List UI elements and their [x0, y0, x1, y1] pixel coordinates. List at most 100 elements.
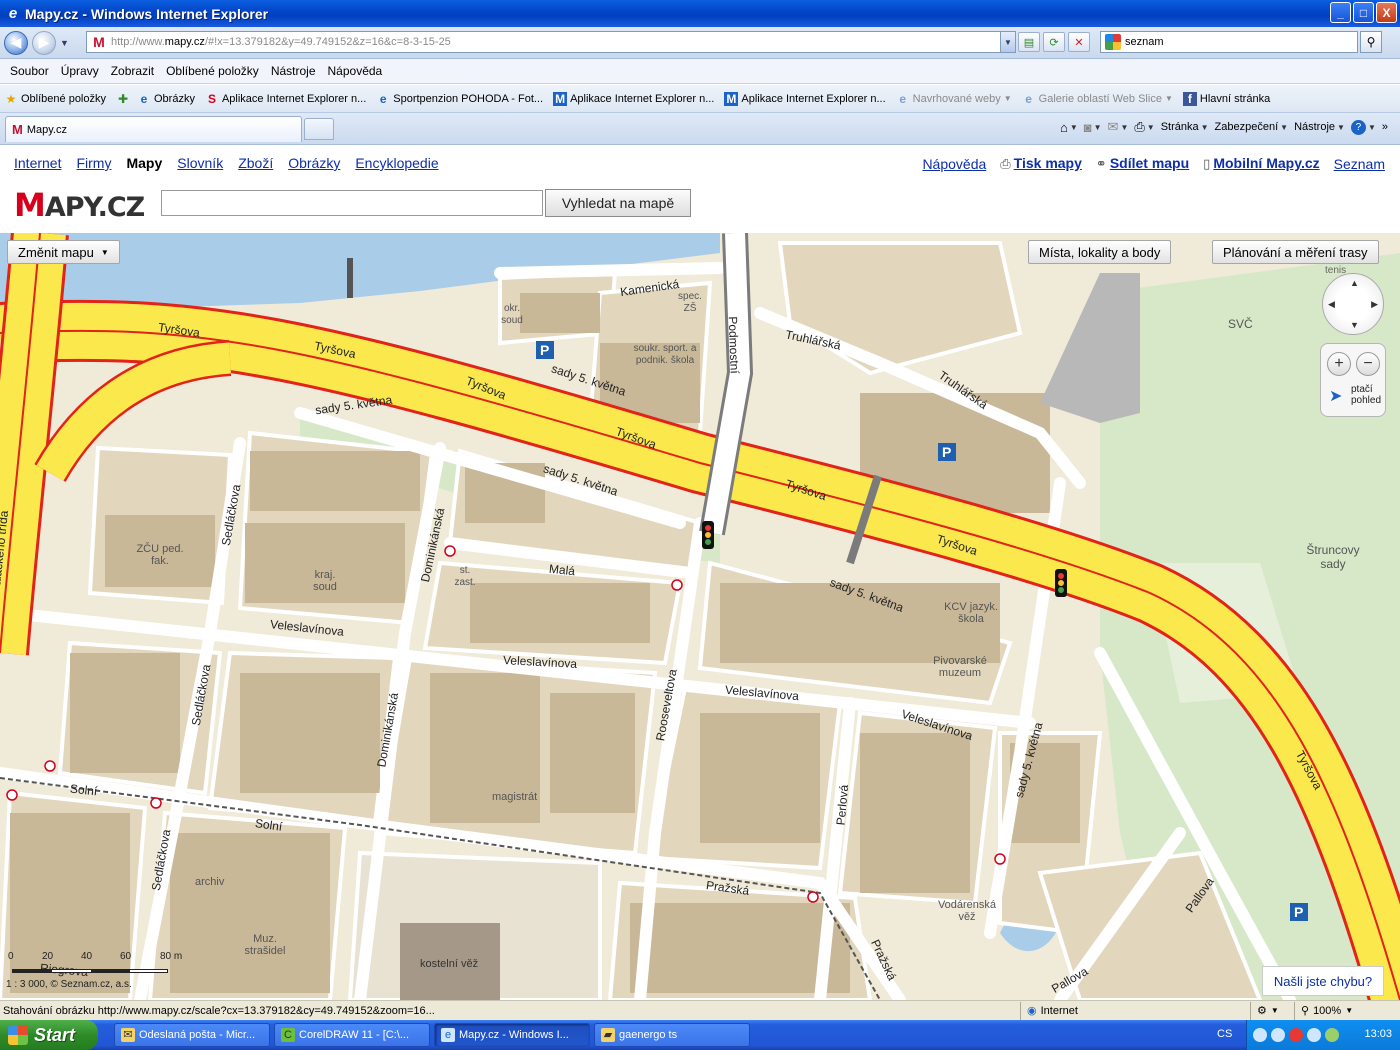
menu-edit[interactable]: Úpravy: [55, 64, 105, 78]
place-label: kostelní věž: [420, 958, 479, 970]
favorite-link[interactable]: e Sportpenzion POHODA - Fot...: [376, 92, 543, 106]
pan-left-icon[interactable]: ◀: [1328, 299, 1335, 310]
map-canvas[interactable]: P P P Tyršova Tyršova Tyršova Tyršova Ty…: [0, 233, 1400, 1000]
window-titlebar[interactable]: e Mapy.cz - Windows Internet Explorer _ …: [0, 0, 1400, 27]
protected-mode[interactable]: ⚙ ▼: [1250, 1001, 1294, 1020]
mobile-maps-link[interactable]: Mobilní Mapy.cz: [1213, 155, 1319, 171]
home-button[interactable]: ⌂ ▼: [1060, 120, 1078, 135]
bird-view-toggle[interactable]: ptačí pohled: [1351, 384, 1385, 406]
language-indicator[interactable]: CS: [1217, 1028, 1232, 1040]
menu-tools[interactable]: Nástroje: [265, 64, 322, 78]
search-button[interactable]: ⚲: [1360, 31, 1382, 53]
tools-menu[interactable]: Nástroje ▼: [1294, 121, 1345, 133]
zoom-out-button[interactable]: −: [1356, 352, 1380, 376]
address-url[interactable]: http://www.mapy.cz/#!x=13.379182&y=49.74…: [111, 36, 451, 48]
favorite-link[interactable]: M Aplikace Internet Explorer n...: [553, 91, 714, 106]
street-label: Sedláčkova: [148, 828, 174, 892]
facebook-icon: f: [1182, 91, 1197, 106]
place-label: Muz. strašidel: [244, 933, 286, 957]
nav-obrazky[interactable]: Obrázky: [288, 155, 340, 171]
nav-firmy[interactable]: Firmy: [76, 155, 111, 171]
ie-icon: e: [441, 1028, 455, 1042]
help-button[interactable]: ? ▼: [1350, 119, 1376, 135]
zoom-in-button[interactable]: +: [1327, 352, 1351, 376]
nav-internet[interactable]: Internet: [14, 155, 61, 171]
map-search-button[interactable]: Vyhledat na mapě: [545, 189, 691, 217]
menu-file[interactable]: Soubor: [4, 64, 55, 78]
tray-acrobat-icon[interactable]: [1289, 1028, 1303, 1042]
forward-button[interactable]: ▶: [32, 30, 56, 55]
favorite-link[interactable]: e Navrhované weby ▼: [896, 91, 1011, 106]
print-button[interactable]: ⎙ ▼: [1134, 119, 1154, 135]
page-menu-label: Stránka: [1160, 121, 1199, 133]
place-label: magistrát: [492, 791, 538, 803]
tab-mapy[interactable]: M Mapy.cz: [5, 116, 302, 142]
mail-button[interactable]: ✉ ▼: [1108, 119, 1129, 135]
magnifier-icon: ⚲: [1366, 35, 1376, 49]
search-input[interactable]: [1125, 36, 1345, 48]
stop-icon[interactable]: ✕: [1068, 32, 1090, 52]
search-box[interactable]: [1100, 31, 1358, 53]
maximize-button[interactable]: □: [1353, 2, 1374, 23]
favorite-link[interactable]: M Aplikace Internet Explorer n...: [724, 91, 886, 106]
tray-help-icon[interactable]: [1253, 1028, 1267, 1042]
menu-help[interactable]: Nápověda: [322, 64, 389, 78]
nav-zbozi[interactable]: Zboží: [238, 155, 273, 171]
street-label: Veleslavínova: [899, 706, 975, 744]
toolbar-expand-icon[interactable]: »: [1382, 121, 1388, 133]
favorite-link[interactable]: f Hlavní stránka: [1182, 91, 1270, 106]
favorite-link[interactable]: e Galerie oblastí Web Slice ▼: [1022, 92, 1173, 106]
taskbar: Start ✉ Odeslaná pošta - Micr... C CorelDR…: [0, 1020, 1400, 1050]
menu-view[interactable]: Zobrazit: [105, 64, 160, 78]
taskbar-item[interactable]: C CorelDRAW 11 - [C:\...: [274, 1023, 430, 1047]
service-nav: Internet Firmy Mapy Slovník Zboží Obrázk…: [14, 155, 439, 171]
favorite-link[interactable]: S Aplikace Internet Explorer n...: [205, 92, 366, 106]
seznam-link[interactable]: Seznam: [1334, 156, 1385, 172]
help-link[interactable]: Nápověda: [922, 156, 986, 172]
pan-control[interactable]: ▲ ◀ ▶ ▼: [1322, 273, 1384, 335]
address-bar[interactable]: M http://www.mapy.cz/#!x=13.379182&y=49.…: [86, 31, 1016, 53]
tray-network-icon[interactable]: [1307, 1028, 1321, 1042]
pan-right-icon[interactable]: ▶: [1371, 299, 1378, 310]
page-menu[interactable]: Stránka ▼: [1161, 121, 1209, 133]
pan-down-icon[interactable]: ▼: [1350, 320, 1359, 330]
new-tab-button[interactable]: [304, 118, 334, 140]
zoom-level[interactable]: ⚲ 100% ▼: [1294, 1001, 1359, 1020]
favorite-link[interactable]: e Obrázky: [137, 92, 195, 106]
add-favorite-button[interactable]: ✚: [116, 92, 133, 106]
outlook-icon: ✉: [121, 1028, 135, 1042]
favorites-button[interactable]: ★ Oblíbené položky: [4, 92, 106, 106]
address-dropdown-icon[interactable]: ▼: [1000, 32, 1015, 52]
street-label: Dominikánská: [374, 691, 402, 769]
taskbar-item-active[interactable]: e Mapy.cz - Windows I...: [434, 1023, 590, 1047]
route-planning-button[interactable]: Plánování a měření trasy: [1212, 240, 1379, 264]
map-search-input[interactable]: [161, 190, 543, 216]
star-icon: ★: [5, 91, 17, 106]
change-map-button[interactable]: Změnit mapu ▼: [7, 240, 120, 264]
share-map-link[interactable]: Sdílet mapu: [1110, 155, 1189, 171]
start-button[interactable]: Start: [0, 1020, 98, 1050]
pan-up-icon[interactable]: ▲: [1350, 278, 1359, 288]
print-map-link[interactable]: Tisk mapy: [1014, 155, 1082, 171]
back-button[interactable]: ◀: [4, 30, 28, 55]
nav-slovnik[interactable]: Slovník: [177, 155, 223, 171]
menu-favorites[interactable]: Oblíbené položky: [160, 64, 265, 78]
compatibility-view-icon[interactable]: ▤: [1018, 32, 1040, 52]
tray-monitor-icon[interactable]: [1325, 1028, 1339, 1042]
taskbar-item[interactable]: ▰ gaenergo ts: [594, 1023, 750, 1047]
tray-ie-icon[interactable]: [1271, 1028, 1285, 1042]
feeds-button[interactable]: ◙ ▼: [1084, 120, 1102, 135]
taskbar-item[interactable]: ✉ Odeslaná pošta - Micr...: [114, 1023, 270, 1047]
safety-menu[interactable]: Zabezpečení ▼: [1215, 121, 1289, 133]
close-button[interactable]: X: [1376, 2, 1397, 23]
place-label: SVČ: [1228, 317, 1253, 331]
places-button[interactable]: Místa, lokality a body: [1028, 240, 1172, 264]
nav-encyklopedie[interactable]: Encyklopedie: [355, 155, 438, 171]
address-tools: ▤ ⟳ ✕: [1018, 32, 1090, 52]
ie-page-icon: e: [899, 91, 906, 106]
report-error-button[interactable]: Našli jste chybu?: [1262, 966, 1384, 996]
mapy-logo[interactable]: MAPY.CZ: [14, 186, 145, 224]
history-dropdown-icon[interactable]: ▼: [60, 38, 69, 48]
minimize-button[interactable]: _: [1330, 2, 1351, 23]
refresh-icon[interactable]: ⟳: [1043, 32, 1065, 52]
